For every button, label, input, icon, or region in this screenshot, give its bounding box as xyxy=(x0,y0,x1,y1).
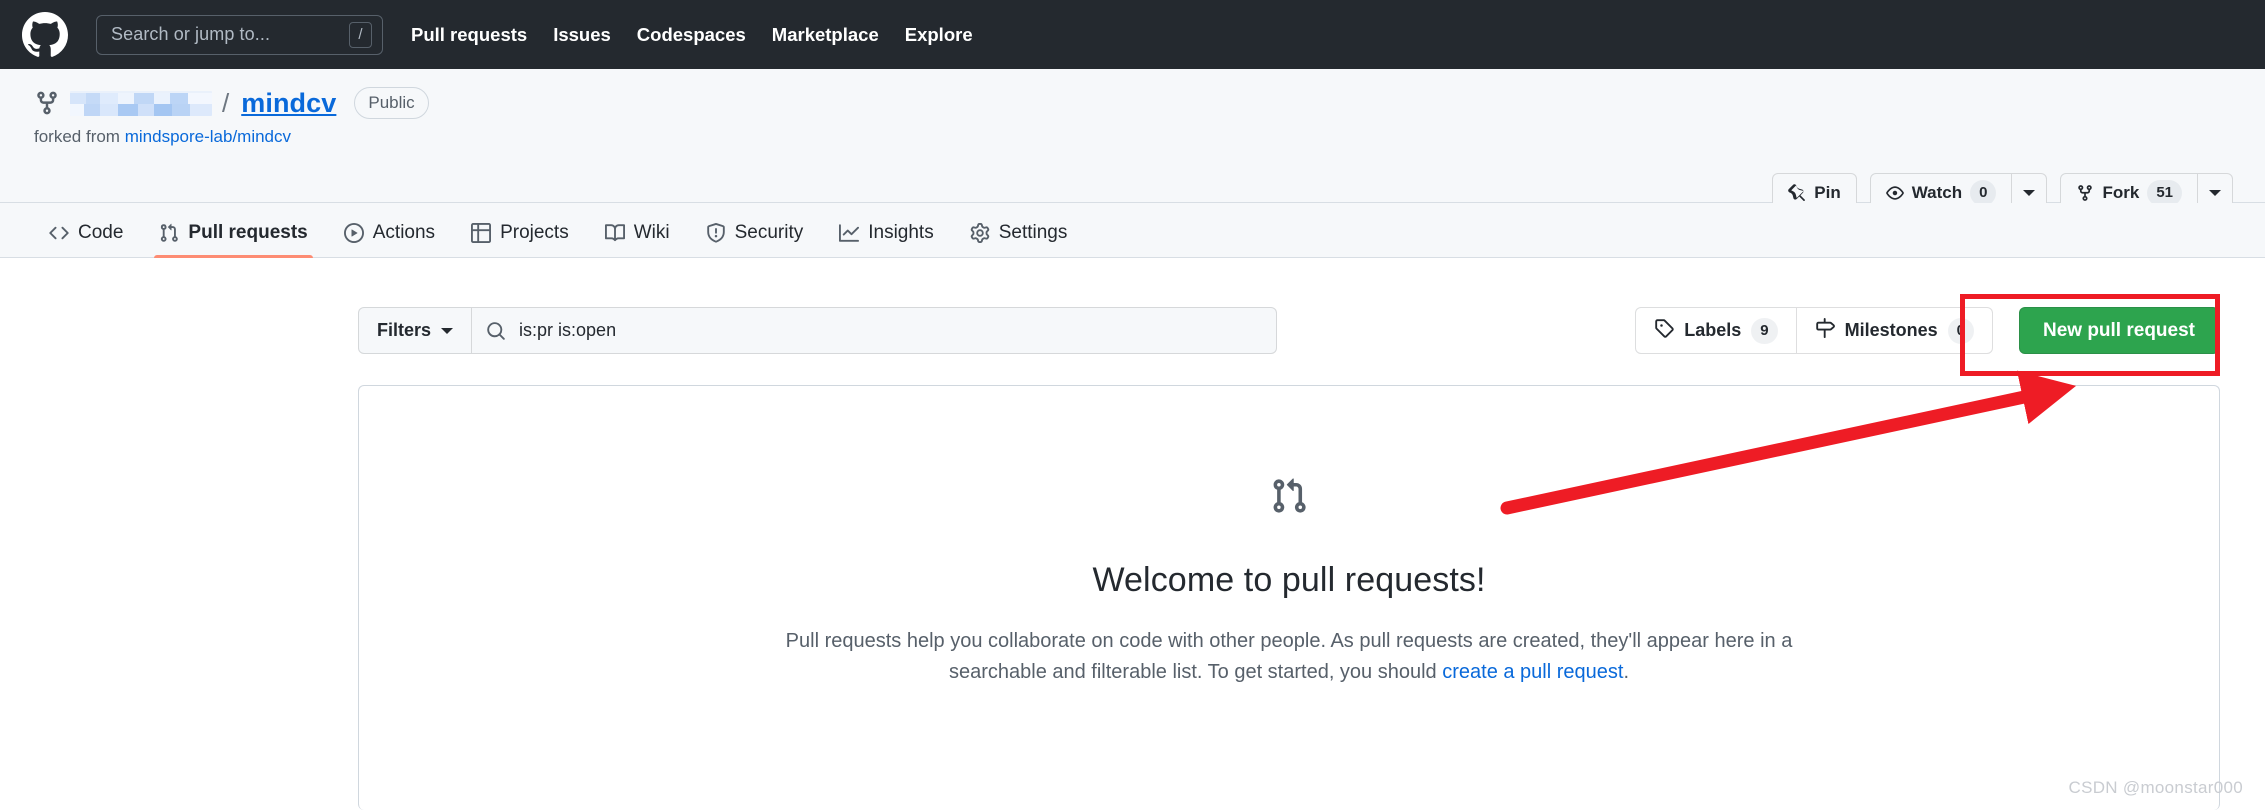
tab-insights[interactable]: Insights xyxy=(824,222,948,257)
repository-visibility-badge: Public xyxy=(354,87,429,119)
milestones-button-label: Milestones xyxy=(1844,320,1938,340)
filters-button-label: Filters xyxy=(377,320,432,340)
issues-search-value: is:pr is:open xyxy=(519,320,617,340)
tab-projects-label: Projects xyxy=(500,222,569,243)
tab-actions-label: Actions xyxy=(372,222,436,243)
git-pull-request-icon xyxy=(159,223,179,243)
chevron-down-icon xyxy=(2023,190,2036,196)
pin-button-label: Pin xyxy=(1814,183,1841,202)
repository-owner-redacted xyxy=(70,90,212,116)
tab-security-label: Security xyxy=(734,222,804,243)
tab-wiki-label: Wiki xyxy=(633,222,670,243)
milestone-icon xyxy=(1815,318,1835,343)
tab-actions[interactable]: Actions xyxy=(329,222,450,257)
code-icon xyxy=(49,223,69,243)
milestones-button[interactable]: Milestones 0 xyxy=(1795,307,1993,354)
fork-button-label: Fork xyxy=(2102,183,2140,202)
watch-button-label: Watch xyxy=(1911,183,1963,202)
tab-insights-label: Insights xyxy=(868,222,934,243)
gear-icon xyxy=(970,223,990,243)
labels-button-label: Labels xyxy=(1684,320,1742,340)
global-nav: Pull requests Issues Codespaces Marketpl… xyxy=(411,24,973,46)
blank-state-description-part1: Pull requests help you collaborate on co… xyxy=(785,630,1793,683)
issues-search-input[interactable]: is:pr is:open xyxy=(471,307,1278,354)
repository-nav-tabs: Code Pull requests Actions Projects Wiki… xyxy=(0,203,2265,258)
csdn-watermark: CSDN @moonstar000 xyxy=(2068,778,2243,797)
labels-count: 9 xyxy=(1751,317,1778,344)
blank-state-description: Pull requests help you collaborate on co… xyxy=(769,626,1809,688)
tab-pull-requests-label: Pull requests xyxy=(188,222,308,243)
tab-code[interactable]: Code xyxy=(34,222,138,257)
github-mark-icon[interactable] xyxy=(22,11,68,58)
repo-forked-icon xyxy=(2076,184,2094,202)
new-pull-request-wrapper: New pull request xyxy=(2018,307,2219,354)
git-pull-request-icon xyxy=(1270,477,1308,515)
milestones-count: 0 xyxy=(1947,317,1974,344)
pull-requests-blank-state: Welcome to pull requests! Pull requests … xyxy=(358,385,2220,810)
blank-state-description-part2: . xyxy=(1623,661,1630,683)
global-header: Search or jump to... / Pull requests Iss… xyxy=(0,0,2265,69)
tab-pull-requests[interactable]: Pull requests xyxy=(144,222,322,258)
create-a-pull-request-link[interactable]: create a pull request xyxy=(1442,661,1623,683)
search-shortcut-key: / xyxy=(349,21,372,48)
pin-icon xyxy=(1788,184,1806,202)
eye-icon xyxy=(1885,184,1904,202)
main-content: Filters is:pr is:open Labels 9 Milestone… xyxy=(0,258,2265,810)
global-nav-issues[interactable]: Issues xyxy=(553,24,611,46)
new-pull-request-button[interactable]: New pull request xyxy=(2018,307,2219,354)
play-icon xyxy=(343,223,364,243)
repository-title: / mindcv Public xyxy=(34,87,429,119)
book-icon xyxy=(604,223,625,243)
table-icon xyxy=(471,223,492,243)
github-pull-requests-page: Search or jump to... / Pull requests Iss… xyxy=(0,0,2265,810)
tab-projects[interactable]: Projects xyxy=(456,222,584,257)
forked-from-link[interactable]: mindspore-lab/mindcv xyxy=(125,127,291,146)
global-nav-codespaces[interactable]: Codespaces xyxy=(637,24,746,46)
repo-forked-icon xyxy=(34,90,60,116)
repository-header: / mindcv Public forked from mindspore-la… xyxy=(0,69,2265,213)
blank-state-title: Welcome to pull requests! xyxy=(1092,561,1486,599)
chevron-down-icon xyxy=(441,327,454,334)
tab-settings-label: Settings xyxy=(998,222,1068,243)
global-nav-marketplace[interactable]: Marketplace xyxy=(772,24,879,46)
graph-icon xyxy=(839,223,860,243)
filters-dropdown-button[interactable]: Filters xyxy=(358,307,472,354)
forked-from-line: forked from mindspore-lab/mindcv xyxy=(34,127,291,147)
search-icon xyxy=(486,321,506,341)
labels-button[interactable]: Labels 9 xyxy=(1635,307,1796,354)
shield-icon xyxy=(706,223,726,243)
global-search-placeholder: Search or jump to... xyxy=(111,24,271,44)
tab-settings[interactable]: Settings xyxy=(955,222,1083,257)
chevron-down-icon xyxy=(2209,190,2221,196)
forked-from-label: forked from xyxy=(34,127,120,146)
tab-security[interactable]: Security xyxy=(691,222,819,257)
labels-milestones-group: Labels 9 Milestones 0 xyxy=(1635,307,1993,354)
global-nav-pull-requests[interactable]: Pull requests xyxy=(411,24,527,46)
global-nav-explore[interactable]: Explore xyxy=(905,24,973,46)
repository-owner-separator: / xyxy=(222,87,230,118)
tab-code-label: Code xyxy=(78,222,124,243)
global-search-input[interactable]: Search or jump to... / xyxy=(96,14,383,55)
repository-name-link[interactable]: mindcv xyxy=(241,88,336,119)
tag-icon xyxy=(1654,318,1674,343)
filter-bar-right: Labels 9 Milestones 0 New pull request xyxy=(1635,307,2219,354)
tab-wiki[interactable]: Wiki xyxy=(590,222,685,257)
